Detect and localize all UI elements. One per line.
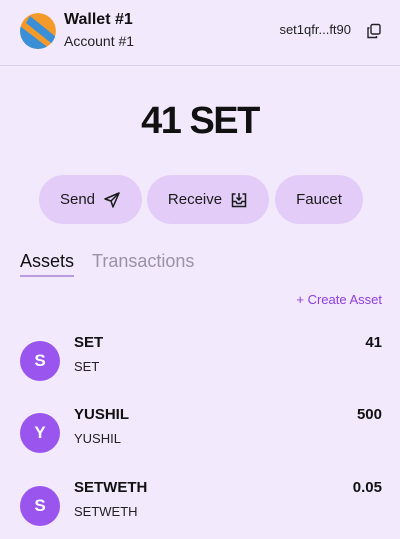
asset-row-yushil[interactable]: Y YUSHIL YUSHIL 500 xyxy=(0,400,400,460)
asset-avatar: Y xyxy=(20,413,60,453)
asset-symbol: SETWETH xyxy=(74,504,138,519)
asset-amount: 41 xyxy=(365,334,382,351)
tab-transactions[interactable]: Transactions xyxy=(92,251,194,272)
balance-display: 41 SET xyxy=(141,100,260,142)
wallet-address: set1qfr...ft90 xyxy=(279,22,351,37)
account-name[interactable]: Account #1 xyxy=(64,33,134,49)
faucet-button[interactable]: Faucet xyxy=(275,175,363,224)
receive-button[interactable]: Receive xyxy=(147,175,269,224)
wallet-header: Wallet #1 Account #1 set1qfr...ft90 xyxy=(0,0,400,66)
asset-row-set[interactable]: S SET SET 41 xyxy=(0,328,400,388)
wallet-avatar[interactable] xyxy=(20,13,56,49)
asset-row-setweth[interactable]: S SETWETH SETWETH 0.05 xyxy=(0,473,400,533)
create-asset-link[interactable]: + Create Asset xyxy=(296,292,382,307)
tab-assets[interactable]: Assets xyxy=(20,251,75,277)
asset-amount: 500 xyxy=(356,406,382,423)
copy-icon[interactable] xyxy=(366,23,382,39)
send-button[interactable]: Send xyxy=(39,175,142,224)
paper-plane-icon xyxy=(103,191,121,209)
faucet-label: Faucet xyxy=(296,191,342,208)
receive-label: Receive xyxy=(167,191,223,208)
asset-name: YUSHIL xyxy=(74,406,130,423)
download-tray-icon xyxy=(230,191,248,209)
send-label: Send xyxy=(59,191,96,208)
asset-avatar: S xyxy=(20,486,60,526)
wallet-name[interactable]: Wallet #1 xyxy=(64,11,133,29)
asset-amount: 0.05 xyxy=(352,479,382,496)
asset-name: SETWETH xyxy=(74,479,148,496)
asset-avatar: S xyxy=(20,341,60,381)
asset-symbol: YUSHIL xyxy=(74,431,121,446)
asset-symbol: SET xyxy=(74,359,100,374)
asset-name: SET xyxy=(74,334,104,351)
